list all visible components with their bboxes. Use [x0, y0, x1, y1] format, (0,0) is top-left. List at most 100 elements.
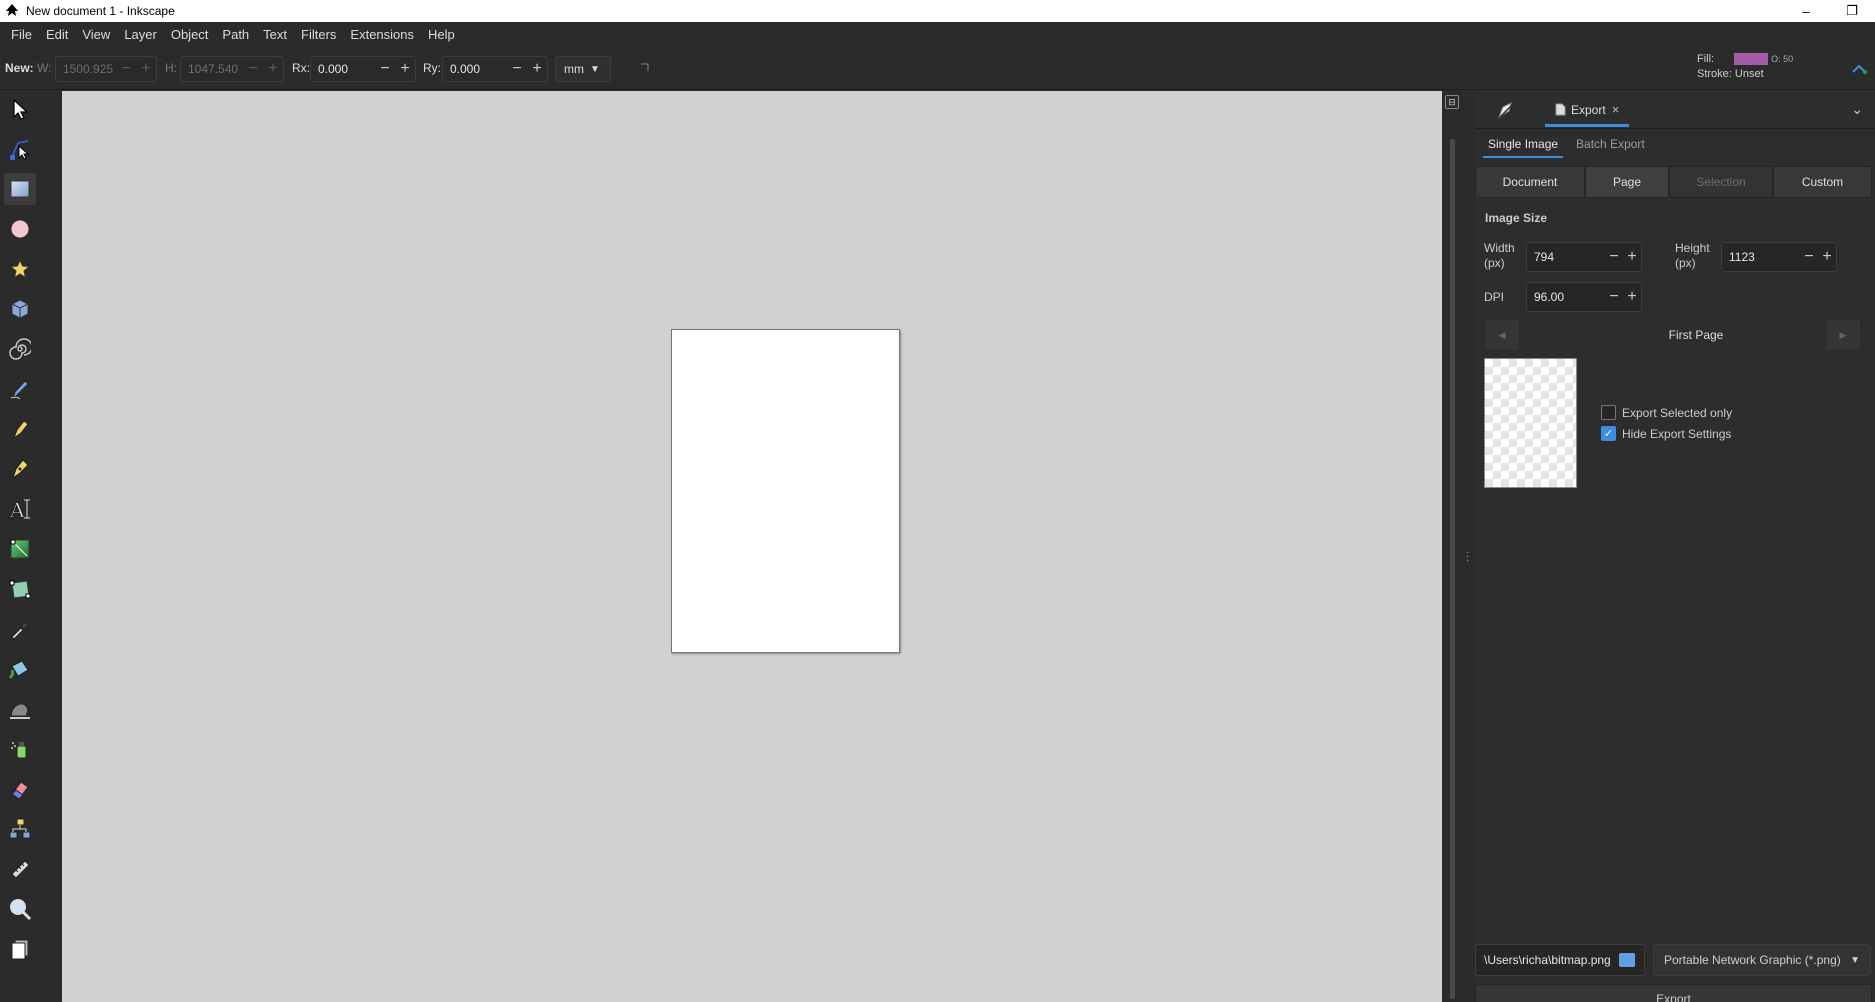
- restore-button[interactable]: ❐: [1829, 0, 1875, 22]
- export-height-field[interactable]: 1123 − +: [1721, 242, 1837, 272]
- menu-extensions[interactable]: Extensions: [343, 22, 421, 48]
- plus-icon[interactable]: +: [527, 60, 547, 78]
- new-label: New:: [5, 61, 34, 75]
- tool-selector[interactable]: [4, 93, 36, 125]
- spray-icon: [11, 742, 27, 759]
- tool-spiral[interactable]: [4, 333, 36, 365]
- rx-field[interactable]: 0.000 − +: [310, 56, 416, 82]
- area-custom-button[interactable]: Custom: [1773, 166, 1872, 198]
- minus-icon[interactable]: −: [1605, 288, 1623, 306]
- minimize-button[interactable]: –: [1783, 0, 1829, 22]
- minus-icon[interactable]: −: [507, 60, 527, 78]
- tool-dropper[interactable]: [4, 613, 36, 645]
- connector-icon: [9, 818, 31, 839]
- dock-tab-bar: Export × ⌄: [1475, 91, 1875, 129]
- plus-icon[interactable]: +: [1623, 248, 1641, 266]
- fill-stroke-tab-icon[interactable]: [1497, 101, 1515, 119]
- export-mode-tabs: Single Image Batch Export: [1483, 134, 1658, 158]
- plus-icon[interactable]: +: [263, 60, 283, 78]
- area-selection-button[interactable]: Selection: [1669, 166, 1773, 198]
- tool-eraser[interactable]: [4, 773, 36, 805]
- tool-mesh[interactable]: [4, 573, 36, 605]
- tool-star[interactable]: [4, 253, 36, 285]
- tool-tweak[interactable]: [4, 693, 36, 725]
- tool-node[interactable]: [4, 133, 36, 165]
- next-page-button[interactable]: ▶: [1825, 319, 1861, 351]
- menu-view[interactable]: View: [75, 22, 117, 48]
- close-icon[interactable]: ×: [1612, 102, 1620, 117]
- area-document-button[interactable]: Document: [1475, 166, 1585, 198]
- plus-icon[interactable]: +: [1818, 248, 1836, 266]
- menu-path[interactable]: Path: [215, 22, 256, 48]
- export-button[interactable]: Export: [1475, 984, 1872, 1002]
- tool-calligraphy[interactable]: [4, 453, 36, 485]
- fill-stroke-indicator[interactable]: Fill: O: 50 Stroke: Unset: [1697, 52, 1793, 82]
- tab-batch-export[interactable]: Batch Export: [1571, 134, 1650, 158]
- minus-icon[interactable]: −: [1605, 248, 1623, 266]
- guides-lock-icon[interactable]: ⊟: [1445, 95, 1459, 109]
- rectangle-icon: [10, 180, 30, 198]
- rect-height-field[interactable]: 1047.540 − +: [180, 56, 284, 82]
- vertical-scrollbar[interactable]: ⊟: [1442, 91, 1462, 1002]
- tool-text[interactable]: A: [4, 493, 36, 525]
- tab-single-image[interactable]: Single Image: [1483, 134, 1564, 158]
- dock-resize-handle[interactable]: · · ·: [1462, 91, 1475, 1002]
- export-width-field[interactable]: 794 − +: [1526, 242, 1642, 272]
- ry-field[interactable]: 0.000 − +: [442, 56, 548, 82]
- minus-icon[interactable]: −: [243, 60, 263, 78]
- tool-connector[interactable]: [4, 813, 36, 845]
- unit-dropdown[interactable]: mm ▼: [555, 56, 611, 82]
- export-width-value: 794: [1534, 250, 1555, 264]
- tool-gradient[interactable]: [4, 533, 36, 565]
- chevron-down-icon[interactable]: ⌄: [1851, 101, 1863, 118]
- plus-icon[interactable]: +: [1623, 288, 1641, 306]
- export-filename-field[interactable]: \Users\richa\bitmap.png: [1475, 944, 1645, 976]
- folder-icon[interactable]: [1618, 953, 1635, 967]
- tool-pages[interactable]: [4, 933, 36, 965]
- canvas[interactable]: [62, 91, 1442, 1002]
- file-type-dropdown[interactable]: Portable Network Graphic (*.png) ▼: [1653, 944, 1871, 976]
- menu-help[interactable]: Help: [421, 22, 462, 48]
- minus-icon[interactable]: −: [1800, 248, 1818, 266]
- svg-text:A: A: [9, 498, 25, 521]
- scrollbar-thumb[interactable]: [1450, 139, 1455, 999]
- prev-page-button[interactable]: ◀: [1484, 319, 1520, 351]
- menu-file[interactable]: File: [4, 22, 39, 48]
- export-selected-only-checkbox[interactable]: [1601, 405, 1616, 420]
- tool-3dbox[interactable]: [4, 293, 36, 325]
- minus-icon[interactable]: −: [116, 60, 136, 78]
- menu-bar: File Edit View Layer Object Path Text Fi…: [0, 22, 1875, 48]
- menu-edit[interactable]: Edit: [39, 22, 75, 48]
- zoom-icon: [10, 899, 32, 921]
- tool-rectangle[interactable]: [4, 173, 36, 205]
- plus-icon[interactable]: +: [136, 60, 156, 78]
- minus-icon[interactable]: −: [375, 60, 395, 78]
- fill-swatch[interactable]: [1734, 53, 1769, 66]
- tool-paint-bucket[interactable]: [4, 653, 36, 685]
- spiral-icon: [9, 338, 31, 360]
- dpi-field[interactable]: 96.00 − +: [1526, 282, 1642, 312]
- export-selected-only-row[interactable]: Export Selected only: [1601, 405, 1732, 420]
- menu-filters[interactable]: Filters: [294, 22, 343, 48]
- export-tab[interactable]: Export ×: [1545, 95, 1630, 127]
- plus-icon[interactable]: +: [395, 60, 415, 78]
- menu-layer[interactable]: Layer: [117, 22, 164, 48]
- menu-text[interactable]: Text: [256, 22, 294, 48]
- hide-export-settings-checkbox[interactable]: ✓: [1601, 426, 1616, 441]
- hide-export-settings-row[interactable]: ✓ Hide Export Settings: [1601, 426, 1731, 441]
- tool-spray[interactable]: [4, 733, 36, 765]
- menu-object[interactable]: Object: [164, 22, 216, 48]
- document-page[interactable]: [671, 329, 900, 653]
- stroke-label: Stroke:: [1697, 68, 1732, 80]
- paint-bucket-icon: [8, 660, 29, 680]
- corner-icon[interactable]: [640, 62, 650, 72]
- tool-pen[interactable]: [4, 413, 36, 445]
- tool-pencil[interactable]: [4, 373, 36, 405]
- area-page-button[interactable]: Page: [1585, 166, 1669, 198]
- node-icon: [10, 140, 30, 160]
- rect-width-field[interactable]: 1500.925 − +: [55, 56, 157, 82]
- tool-measure[interactable]: [4, 853, 36, 885]
- snap-icon[interactable]: [1851, 62, 1867, 76]
- tool-circle[interactable]: [4, 213, 36, 245]
- tool-zoom[interactable]: [4, 893, 36, 925]
